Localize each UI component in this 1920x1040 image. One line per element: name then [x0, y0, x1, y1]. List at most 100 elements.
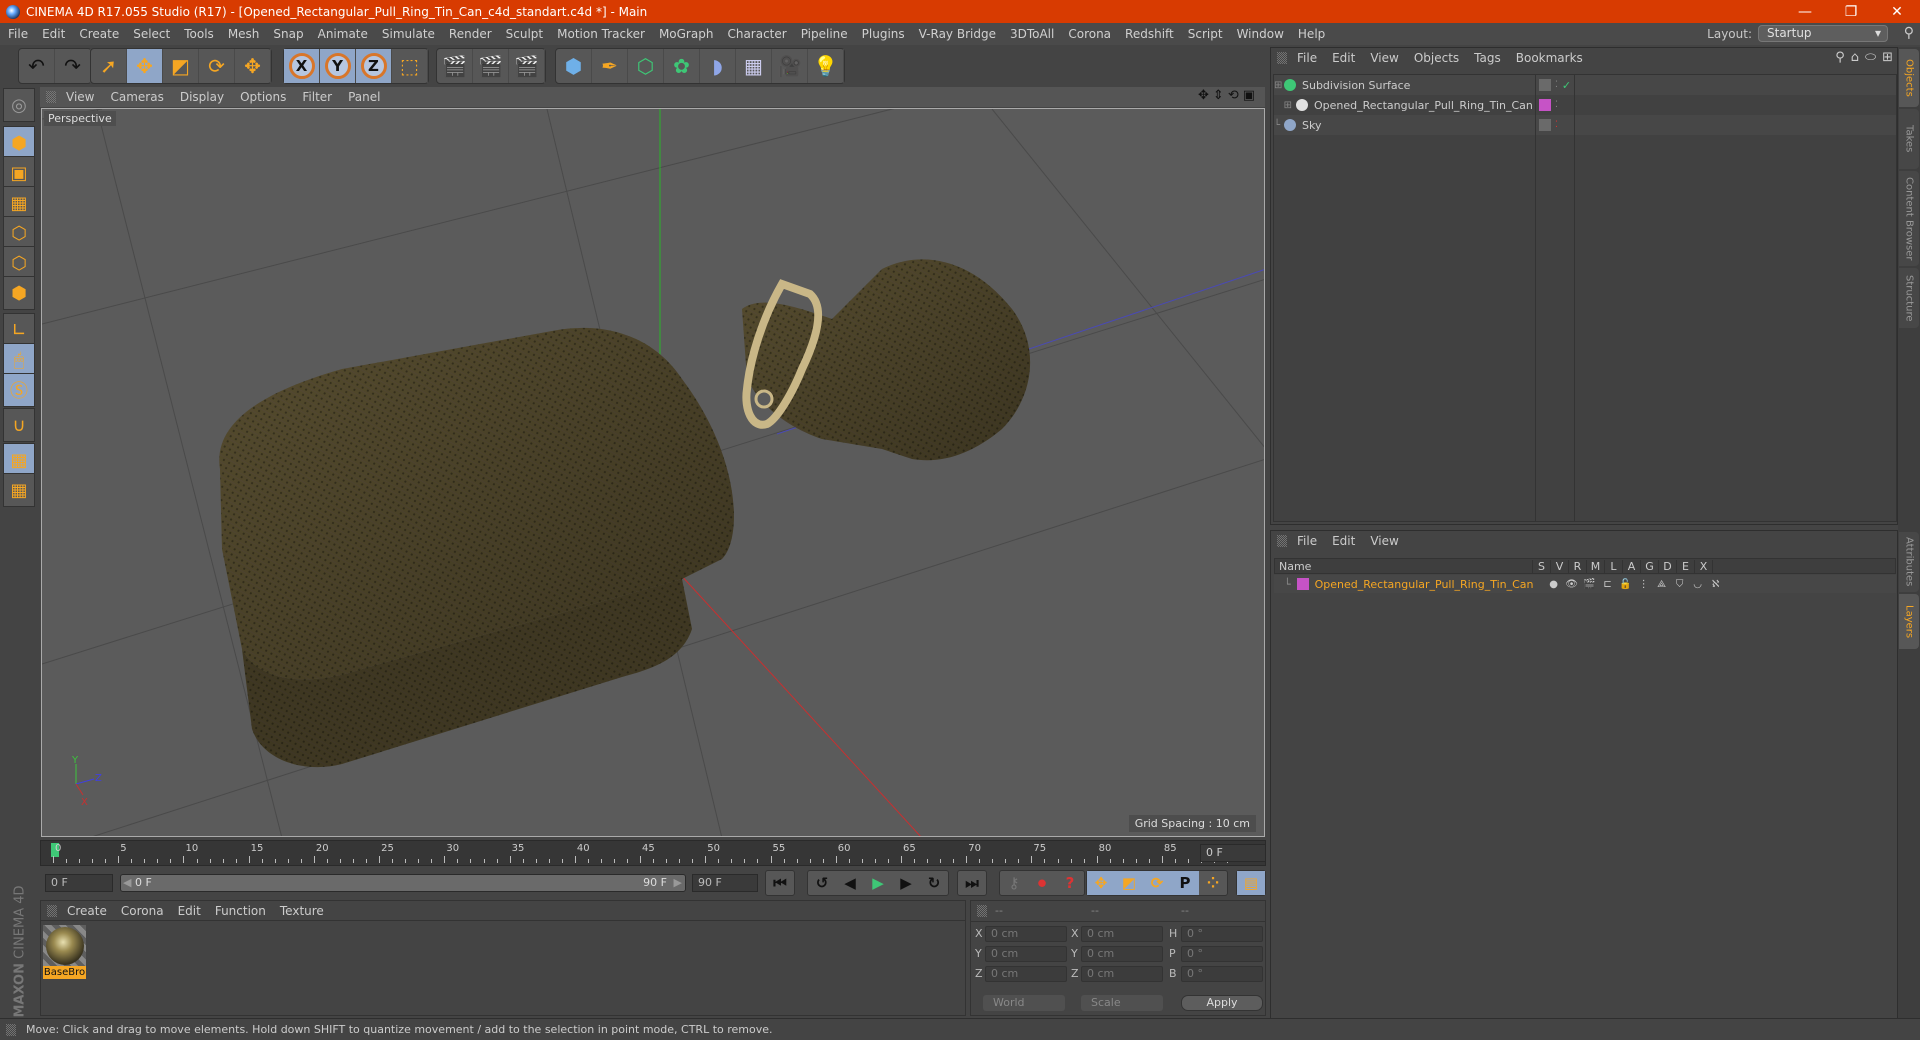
- layer-color-swatch[interactable]: [1296, 578, 1309, 590]
- expressions-icon[interactable]: ◡: [1689, 579, 1707, 590]
- menu-animate[interactable]: Animate: [318, 27, 368, 41]
- animation-icon[interactable]: ⋮: [1635, 579, 1653, 590]
- range-left-arrow-icon[interactable]: ◀: [123, 875, 131, 891]
- menu-corona[interactable]: Corona: [1068, 27, 1111, 41]
- object-row[interactable]: └ Sky ⁚: [1274, 115, 1896, 135]
- live-selection-button[interactable]: ➚: [91, 49, 127, 83]
- go-to-end-button[interactable]: ⏭: [958, 871, 986, 895]
- axis-y-lock-button[interactable]: Y: [320, 49, 356, 83]
- menu-redshift[interactable]: Redshift: [1125, 27, 1174, 41]
- previous-frame-button[interactable]: ◀: [836, 871, 864, 895]
- render-picture-viewer-button[interactable]: 🎬: [473, 49, 509, 83]
- visibility-dots-icon[interactable]: ⁚: [1555, 80, 1558, 90]
- viewport-menu-display[interactable]: Display: [180, 90, 224, 104]
- polygons-mode-button[interactable]: ⬢: [3, 276, 35, 310]
- transform-mode-dropdown[interactable]: Scale: [1081, 995, 1163, 1011]
- make-editable-button[interactable]: ◎: [3, 88, 35, 122]
- timeline-window-button[interactable]: ▤: [1237, 871, 1265, 895]
- manager-icon[interactable]: ⊏: [1599, 579, 1617, 590]
- object-menu-bookmarks[interactable]: Bookmarks: [1516, 51, 1583, 65]
- object-row[interactable]: ⊞ Opened_Rectangular_Pull_Ring_Tin_Can ⁚: [1274, 95, 1896, 115]
- side-tab-takes[interactable]: Takes: [1899, 109, 1919, 169]
- subdivision-surface-button[interactable]: ⬡: [628, 49, 664, 83]
- object-name[interactable]: Sky: [1302, 119, 1536, 132]
- point-level-button[interactable]: ⁘: [1199, 871, 1227, 895]
- snapping-button[interactable]: Ⓢ: [3, 373, 35, 407]
- home-icon[interactable]: ⌂: [1851, 50, 1859, 65]
- layout-dropdown[interactable]: Startup: [1758, 25, 1888, 42]
- object-name[interactable]: Opened_Rectangular_Pull_Ring_Tin_Can: [1314, 99, 1536, 112]
- menu-simulate[interactable]: Simulate: [382, 27, 435, 41]
- next-key-button[interactable]: ↻: [920, 871, 948, 895]
- layer-column-a[interactable]: A: [1623, 559, 1641, 573]
- solo-icon[interactable]: ●: [1545, 579, 1563, 590]
- camera-button[interactable]: 🎥: [772, 49, 808, 83]
- redo-button[interactable]: ↷: [55, 49, 91, 83]
- render-view-button[interactable]: 🎬: [437, 49, 473, 83]
- axis-x-lock-button[interactable]: X: [284, 49, 320, 83]
- lock-icon[interactable]: 🔓: [1617, 579, 1635, 590]
- menu-plugins[interactable]: Plugins: [862, 27, 905, 41]
- size-x-field[interactable]: 0 cm: [1081, 926, 1163, 942]
- menu-select[interactable]: Select: [133, 27, 170, 41]
- menu-snap[interactable]: Snap: [273, 27, 303, 41]
- visibility-dots-icon[interactable]: ⁚: [1555, 100, 1558, 110]
- layer-color-swatch[interactable]: [1539, 79, 1551, 91]
- axis-z-lock-button[interactable]: Z: [356, 49, 392, 83]
- position-z-field[interactable]: 0 cm: [985, 966, 1067, 982]
- new-window-icon[interactable]: ⊞: [1882, 50, 1893, 65]
- keyframe-selection-button[interactable]: ?: [1056, 871, 1084, 895]
- side-tab-objects[interactable]: Objects: [1899, 49, 1919, 107]
- menu-motion-tracker[interactable]: Motion Tracker: [557, 27, 645, 41]
- viewport-menu-filter[interactable]: Filter: [302, 90, 332, 104]
- xref-icon[interactable]: ℵ: [1707, 579, 1725, 590]
- generators-icon[interactable]: ⟁: [1653, 579, 1671, 590]
- visibility-dots-icon[interactable]: ⁚: [1555, 120, 1558, 130]
- previous-key-button[interactable]: ↺: [808, 871, 836, 895]
- apply-button[interactable]: Apply: [1181, 995, 1263, 1011]
- cube-button[interactable]: ⬢: [556, 49, 592, 83]
- object-row[interactable]: ⊞ Subdivision Surface ⁚ ✓: [1274, 75, 1896, 95]
- layer-column-x[interactable]: X: [1695, 559, 1713, 573]
- side-tab-attributes[interactable]: Attributes: [1899, 532, 1919, 592]
- render-icon[interactable]: 🎬: [1581, 579, 1599, 590]
- coordinate-space-dropdown[interactable]: World: [983, 995, 1065, 1011]
- close-button[interactable]: ✕: [1874, 0, 1920, 23]
- render-settings-button[interactable]: 🎬: [509, 49, 545, 83]
- layer-row[interactable]: └ Opened_Rectangular_Pull_Ring_Tin_Can ● 👁 🎬…: [1274, 575, 1896, 593]
- expand-toggle-icon[interactable]: ⊞: [1274, 100, 1292, 111]
- autokey-button[interactable]: ⏺: [1028, 871, 1056, 895]
- layer-column-d[interactable]: D: [1659, 559, 1677, 573]
- layer-column-r[interactable]: R: [1569, 559, 1587, 573]
- frame-range-slider[interactable]: ◀ 0 F 90 F ▶: [120, 874, 686, 892]
- texture-mode-button[interactable]: ▣: [3, 156, 35, 190]
- size-z-field[interactable]: 0 cm: [1081, 966, 1163, 982]
- rotation-b-field[interactable]: 0 °: [1181, 966, 1263, 982]
- size-y-field[interactable]: 0 cm: [1081, 946, 1163, 962]
- layer-menu-view[interactable]: View: [1370, 534, 1398, 548]
- tin-can-body[interactable]: [219, 327, 734, 768]
- search-icon[interactable]: ⚲: [1904, 25, 1914, 41]
- search-icon[interactable]: ⚲: [1835, 50, 1845, 65]
- 3d-viewport[interactable]: Y Z X Perspective Grid Spacing : 10 cm: [41, 108, 1265, 837]
- menu-file[interactable]: File: [8, 27, 28, 41]
- side-tab-content-browser[interactable]: Content Browser: [1899, 171, 1919, 266]
- layer-column-s[interactable]: S: [1533, 559, 1551, 573]
- grip-handle[interactable]: [1277, 52, 1287, 64]
- rotate-button[interactable]: ⟳: [199, 49, 235, 83]
- parameter-track-button[interactable]: P: [1171, 871, 1199, 895]
- object-menu-file[interactable]: File: [1297, 51, 1317, 65]
- menu-mograph[interactable]: MoGraph: [659, 27, 714, 41]
- go-to-start-button[interactable]: ⏮: [766, 871, 794, 895]
- grip-handle[interactable]: [47, 905, 57, 917]
- material-swatch[interactable]: BaseBro: [43, 925, 86, 980]
- menu-script[interactable]: Script: [1188, 27, 1223, 41]
- points-mode-button[interactable]: ⬡: [3, 216, 35, 250]
- viewport-menu-options[interactable]: Options: [240, 90, 286, 104]
- side-tab-layers[interactable]: Layers: [1899, 594, 1919, 649]
- camera-label[interactable]: Perspective: [44, 111, 116, 126]
- menu-pipeline[interactable]: Pipeline: [801, 27, 848, 41]
- deformer-button[interactable]: ◗: [700, 49, 736, 83]
- rotation-p-field[interactable]: 0 °: [1181, 946, 1263, 962]
- layer-column-name[interactable]: Name: [1275, 559, 1533, 573]
